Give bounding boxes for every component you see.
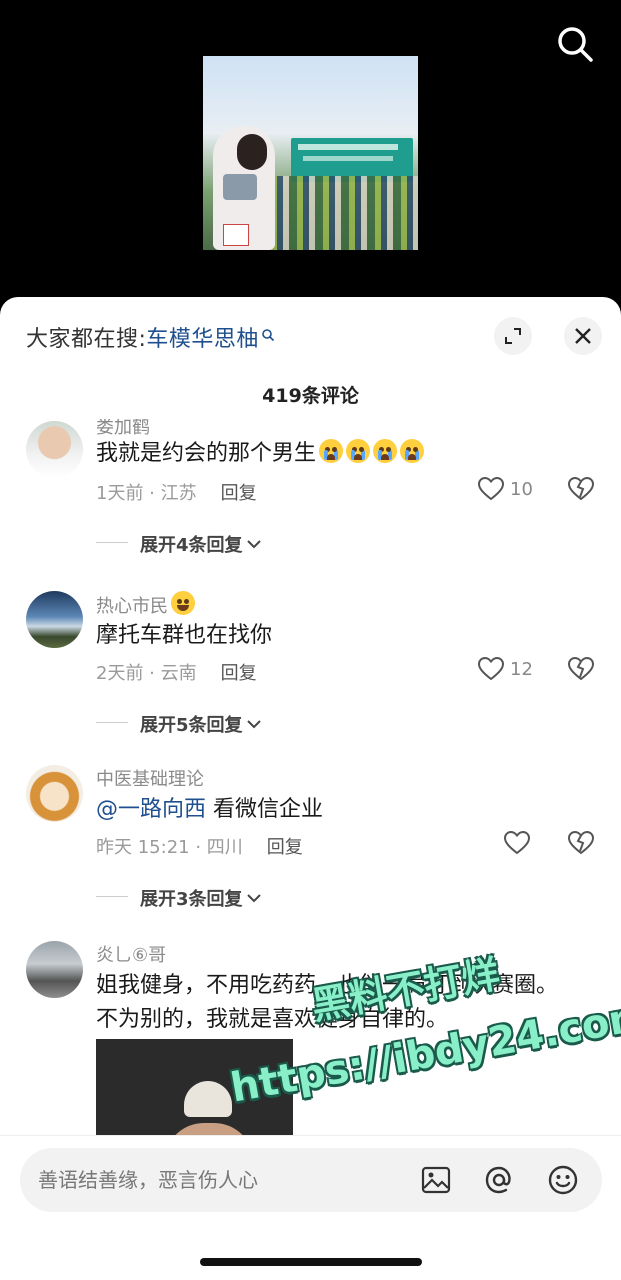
heart-icon	[504, 831, 530, 855]
like-button[interactable]: 12	[478, 657, 533, 681]
comment-time-location: 2天前 · 云南	[96, 663, 197, 684]
comment-username[interactable]: 炎乚⑥哥	[96, 941, 166, 967]
comment-username-text: 热心市民	[96, 596, 168, 617]
expand-replies-label: 展开5条回复	[140, 715, 243, 736]
video-area	[0, 0, 621, 300]
comment-username[interactable]: 中医基础理论	[96, 765, 204, 791]
heart-icon	[478, 477, 504, 501]
mention-link[interactable]: @一路向西	[96, 797, 206, 822]
crying-emoji-icon	[346, 439, 371, 463]
comment-meta: 昨天 15:21 · 四川 回复	[96, 833, 303, 859]
at-mention-icon[interactable]	[483, 1164, 515, 1196]
mini-search-icon	[261, 323, 275, 348]
heart-icon	[478, 657, 504, 681]
comment-text-content: 我就是约会的那个男生	[96, 441, 317, 466]
comment-count: 419条评论	[262, 385, 359, 407]
expand-sheet-button[interactable]	[494, 317, 532, 355]
image-icon[interactable]	[420, 1164, 452, 1196]
divider	[96, 542, 128, 543]
home-indicator[interactable]	[200, 1258, 422, 1266]
like-count: 12	[510, 658, 533, 680]
crying-emoji-icon	[373, 439, 398, 463]
avatar[interactable]	[26, 941, 83, 998]
dislike-button[interactable]	[567, 656, 595, 685]
avatar[interactable]	[26, 591, 83, 648]
reply-button[interactable]: 回复	[221, 663, 257, 684]
comment-meta: 2天前 · 云南 回复	[96, 659, 257, 685]
comment-input-box[interactable]	[20, 1148, 602, 1212]
emoji-icon[interactable]	[547, 1164, 579, 1196]
expand-replies-button[interactable]: 展开5条回复	[96, 711, 262, 737]
avatar[interactable]	[26, 765, 83, 822]
like-button[interactable]: 10	[478, 477, 533, 501]
hot-search-prefix: 大家都在搜:	[26, 327, 147, 352]
comment-meta: 1天前 · 江苏 回复	[96, 479, 257, 505]
comment-username[interactable]: 娄加鹤	[96, 419, 150, 439]
dislike-button[interactable]	[567, 830, 595, 859]
hot-search-keyword[interactable]: 车模华思柚	[146, 327, 259, 352]
comment-text-content: 看微信企业	[206, 797, 324, 822]
comment-time-location: 1天前 · 江苏	[96, 483, 197, 504]
comment-list[interactable]: 娄加鹤 我就是约会的那个男生 1天前 · 江苏 回复 10 展开4条回复 热心市民…	[0, 419, 621, 1135]
expand-replies-label: 展开4条回复	[140, 535, 243, 556]
divider	[96, 896, 128, 897]
expand-replies-button[interactable]: 展开4条回复	[96, 531, 262, 557]
avatar[interactable]	[26, 421, 83, 478]
reply-button[interactable]: 回复	[221, 483, 257, 504]
like-count: 10	[510, 478, 533, 500]
comment-text: 摩托车群也在找你	[96, 623, 273, 648]
comment-time-location: 昨天 15:21 · 四川	[96, 837, 243, 858]
comment-sheet: 大家都在搜:车模华思柚 419条评论 娄加鹤 我就是约会的那个男生 1天前 · …	[0, 297, 621, 1280]
comment-text: @一路向西 看微信企业	[96, 793, 566, 827]
expand-replies-label: 展开3条回复	[140, 889, 243, 910]
smiling-emoji-icon	[171, 591, 195, 615]
crying-emoji-icon	[319, 439, 344, 463]
comment-text: 我就是约会的那个男生	[96, 437, 566, 471]
chevron-down-icon	[246, 540, 261, 549]
crying-emoji-icon	[400, 439, 425, 463]
dislike-button[interactable]	[567, 476, 595, 505]
broken-heart-icon	[567, 476, 595, 501]
expand-icon	[505, 328, 521, 344]
comment-username[interactable]: 热心市民	[96, 591, 195, 618]
close-button[interactable]	[564, 317, 602, 355]
like-button[interactable]	[504, 831, 530, 855]
close-icon	[575, 328, 591, 344]
reply-button[interactable]: 回复	[267, 837, 303, 858]
hot-search-banner[interactable]: 大家都在搜:车模华思柚	[26, 321, 275, 353]
comment-input-bar	[0, 1135, 621, 1280]
chevron-down-icon	[246, 720, 261, 729]
search-icon[interactable]	[555, 24, 595, 64]
video-thumbnail[interactable]	[203, 56, 418, 250]
comment-input[interactable]	[38, 1162, 378, 1198]
divider	[96, 722, 128, 723]
broken-heart-icon	[567, 656, 595, 681]
broken-heart-icon	[567, 830, 595, 855]
expand-replies-button[interactable]: 展开3条回复	[96, 885, 262, 911]
chevron-down-icon	[246, 894, 261, 903]
